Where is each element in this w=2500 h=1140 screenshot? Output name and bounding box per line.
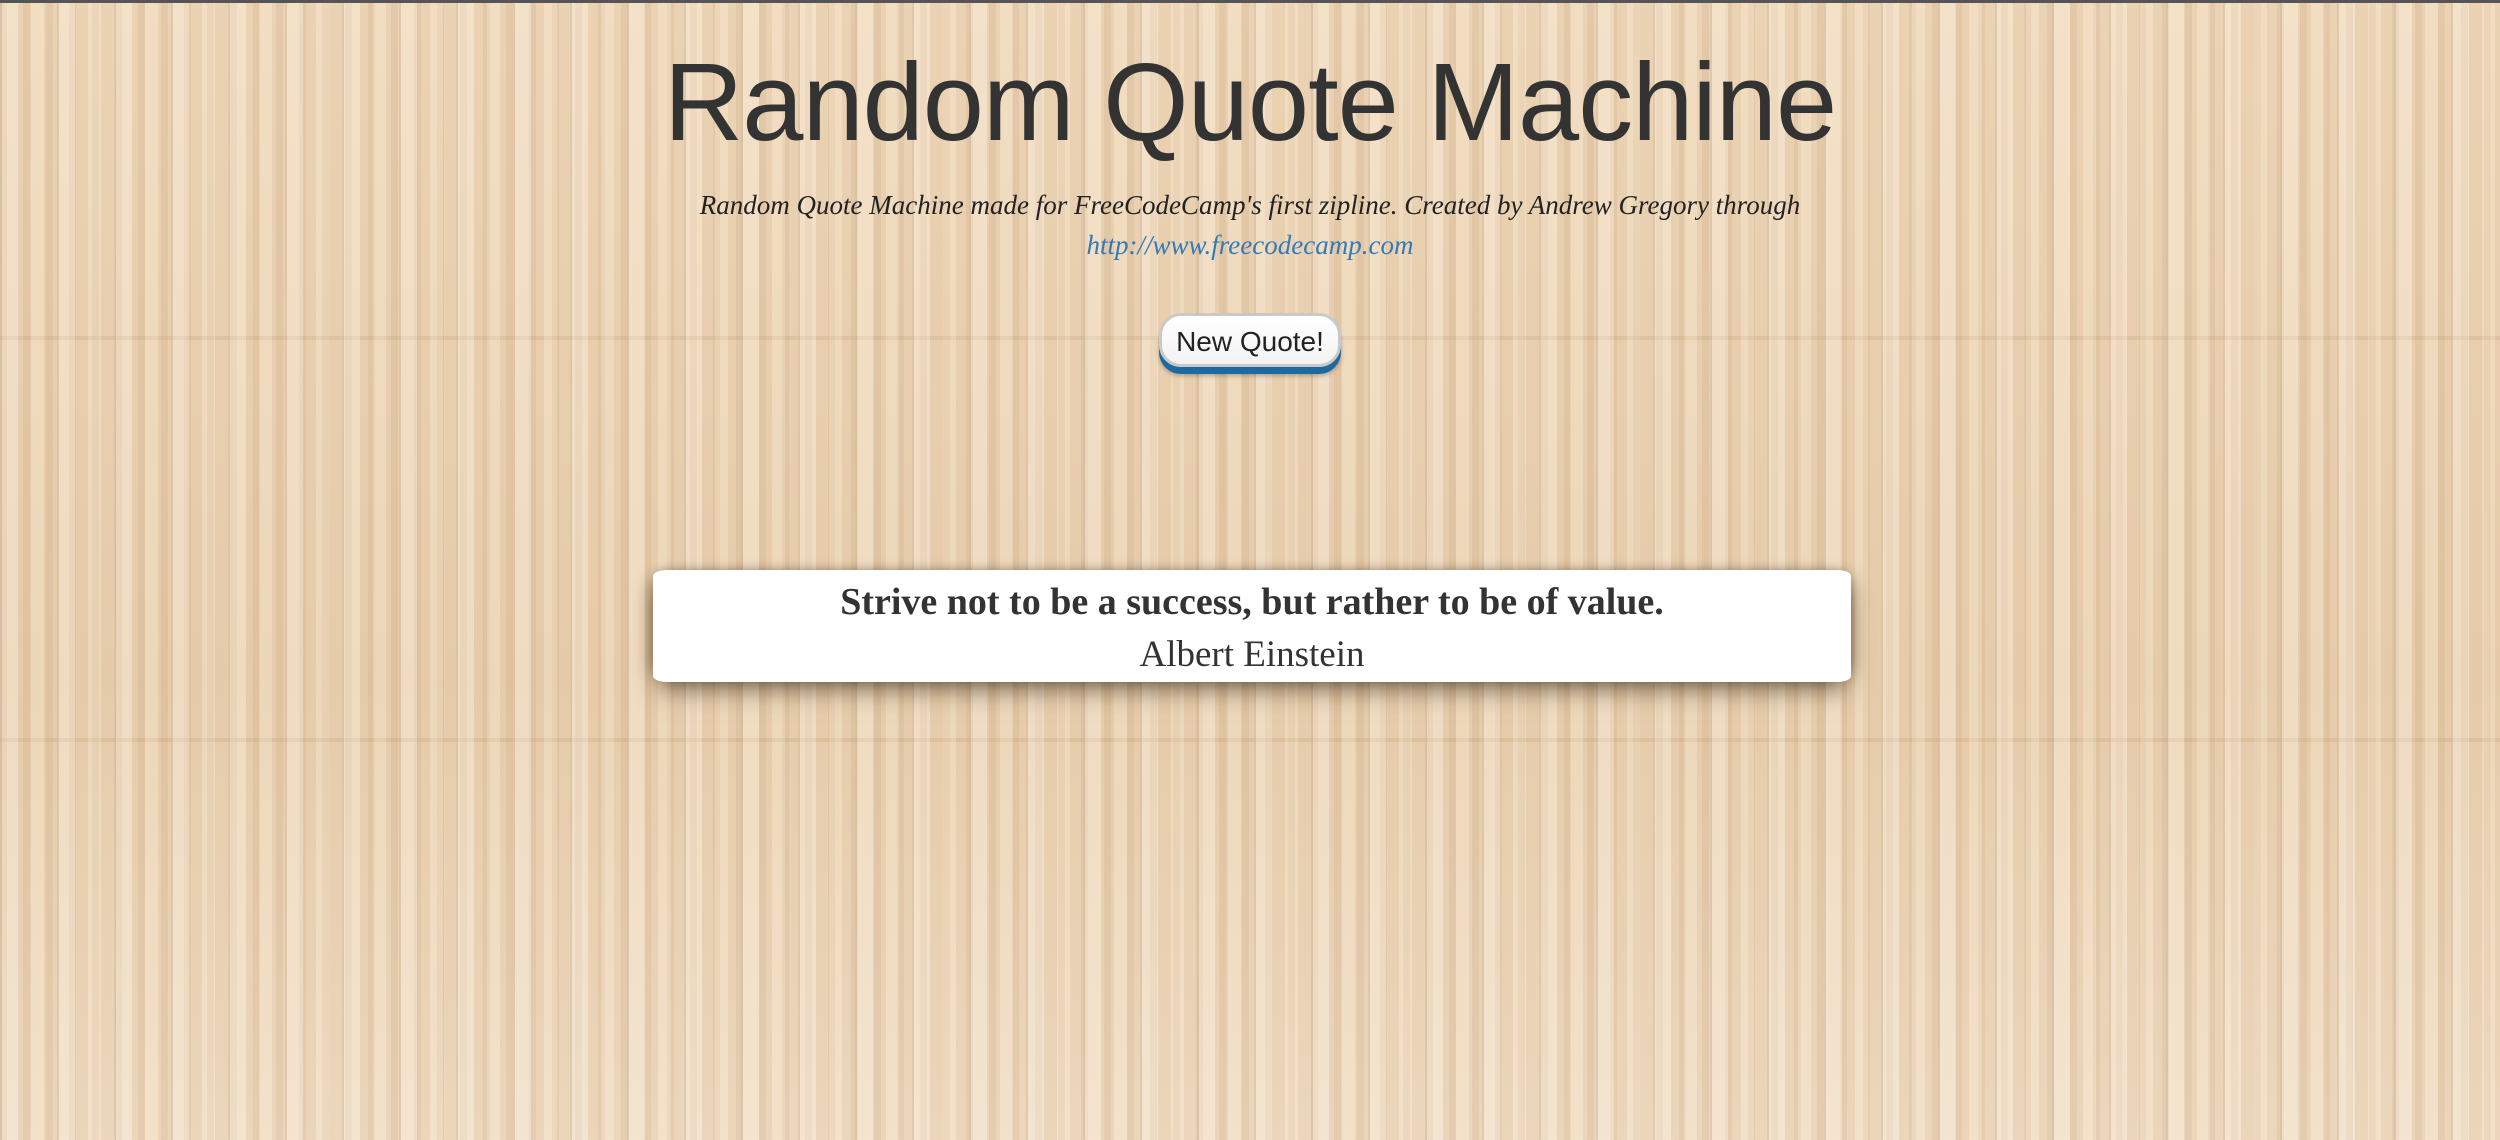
freecodecamp-link[interactable]: http://www.freecodecamp.com [1087, 230, 1414, 260]
button-area: New Quote! [0, 313, 2500, 367]
page-description: Random Quote Machine made for FreeCodeCa… [0, 185, 2500, 265]
quote-author: Albert Einstein [1139, 634, 1365, 675]
new-quote-button[interactable]: New Quote! [1159, 313, 1341, 367]
page-title: Random Quote Machine [663, 41, 1837, 164]
quote-card: Strive not to be a success, but rather t… [653, 570, 1851, 682]
quote-text: Strive not to be a success, but rather t… [840, 581, 1664, 623]
page-header: Random Quote Machine Random Quote Machin… [0, 43, 2500, 265]
description-text: Random Quote Machine made for FreeCodeCa… [699, 190, 1801, 220]
page: { "header": { "title": "Random Quote Mac… [0, 0, 2500, 1140]
